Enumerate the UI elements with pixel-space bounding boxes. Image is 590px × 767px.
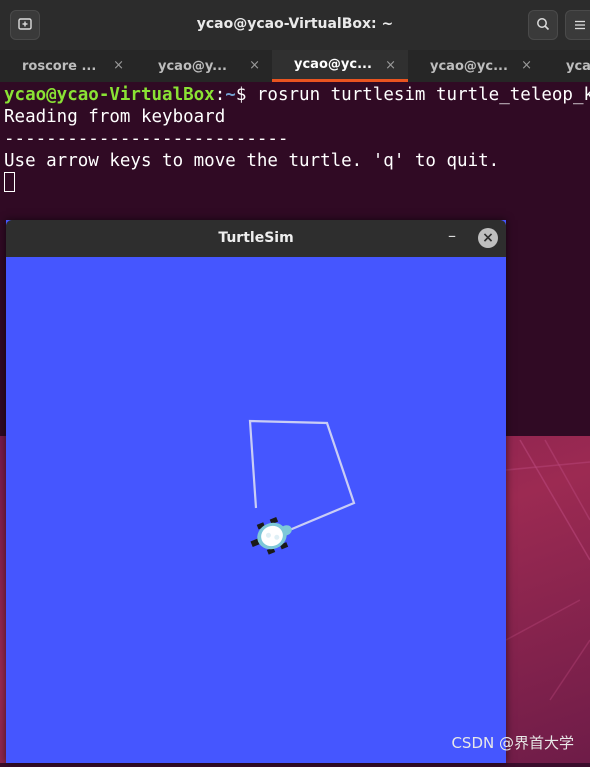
tab-terminal-2[interactable]: ycao@y... ×	[136, 50, 272, 82]
turtle-trail	[248, 419, 356, 536]
tab-label: ycao@yc...	[430, 58, 508, 74]
close-icon[interactable]: ×	[113, 58, 124, 73]
output-line: ---------------------------	[4, 129, 289, 149]
search-icon	[536, 16, 550, 35]
tab-terminal-4[interactable]: ycao@yc... ×	[408, 50, 544, 82]
terminal-titlebar[interactable]: ycao@ycao-VirtualBox: ~	[0, 0, 590, 51]
prompt-separator: :	[214, 85, 226, 105]
tab-label: roscore ...	[22, 58, 97, 74]
prompt-user: ycao@ycao-VirtualBox	[4, 85, 215, 105]
text-cursor	[4, 172, 15, 192]
output-line: Reading from keyboard	[4, 107, 226, 127]
turtlesim-canvas	[6, 257, 506, 763]
prompt-symbol: $	[235, 85, 257, 105]
turtle-icon	[250, 517, 292, 555]
command-text: rosrun turtlesim turtle_teleop_key	[256, 85, 590, 105]
tab-bar: roscore ... × ycao@y... × ycao@yc... × y…	[0, 50, 590, 82]
turtlesim-window[interactable]: TurtleSim – ×	[6, 220, 506, 763]
tab-label: ycao@yc...	[294, 57, 372, 72]
menu-button[interactable]	[565, 10, 590, 40]
watermark-text: CSDN @界首大学	[451, 734, 574, 752]
close-icon[interactable]: ×	[521, 58, 532, 73]
turtlesim-titlebar[interactable]: TurtleSim – ×	[6, 220, 506, 257]
window-title: ycao@ycao-VirtualBox: ~	[196, 16, 394, 32]
minimize-button[interactable]: –	[448, 226, 456, 245]
turtle-canvas-drawing	[248, 419, 356, 555]
output-line: Use arrow keys to move the turtle. 'q' t…	[4, 151, 500, 171]
tab-label: ycao@y...	[158, 58, 227, 74]
close-icon: ×	[482, 230, 494, 246]
close-icon[interactable]: ×	[385, 58, 396, 73]
prompt-path: ~	[225, 85, 236, 105]
close-button[interactable]: ×	[478, 228, 498, 248]
turtlesim-title: TurtleSim	[218, 230, 294, 246]
tab-label: yca	[566, 58, 590, 74]
tab-terminal-3-active[interactable]: ycao@yc... ×	[272, 50, 408, 82]
hamburger-menu-icon	[574, 16, 586, 35]
close-icon[interactable]: ×	[249, 58, 260, 73]
tab-terminal-5[interactable]: yca	[544, 50, 590, 82]
search-button[interactable]	[528, 10, 558, 40]
tab-roscore[interactable]: roscore ... ×	[0, 50, 136, 82]
